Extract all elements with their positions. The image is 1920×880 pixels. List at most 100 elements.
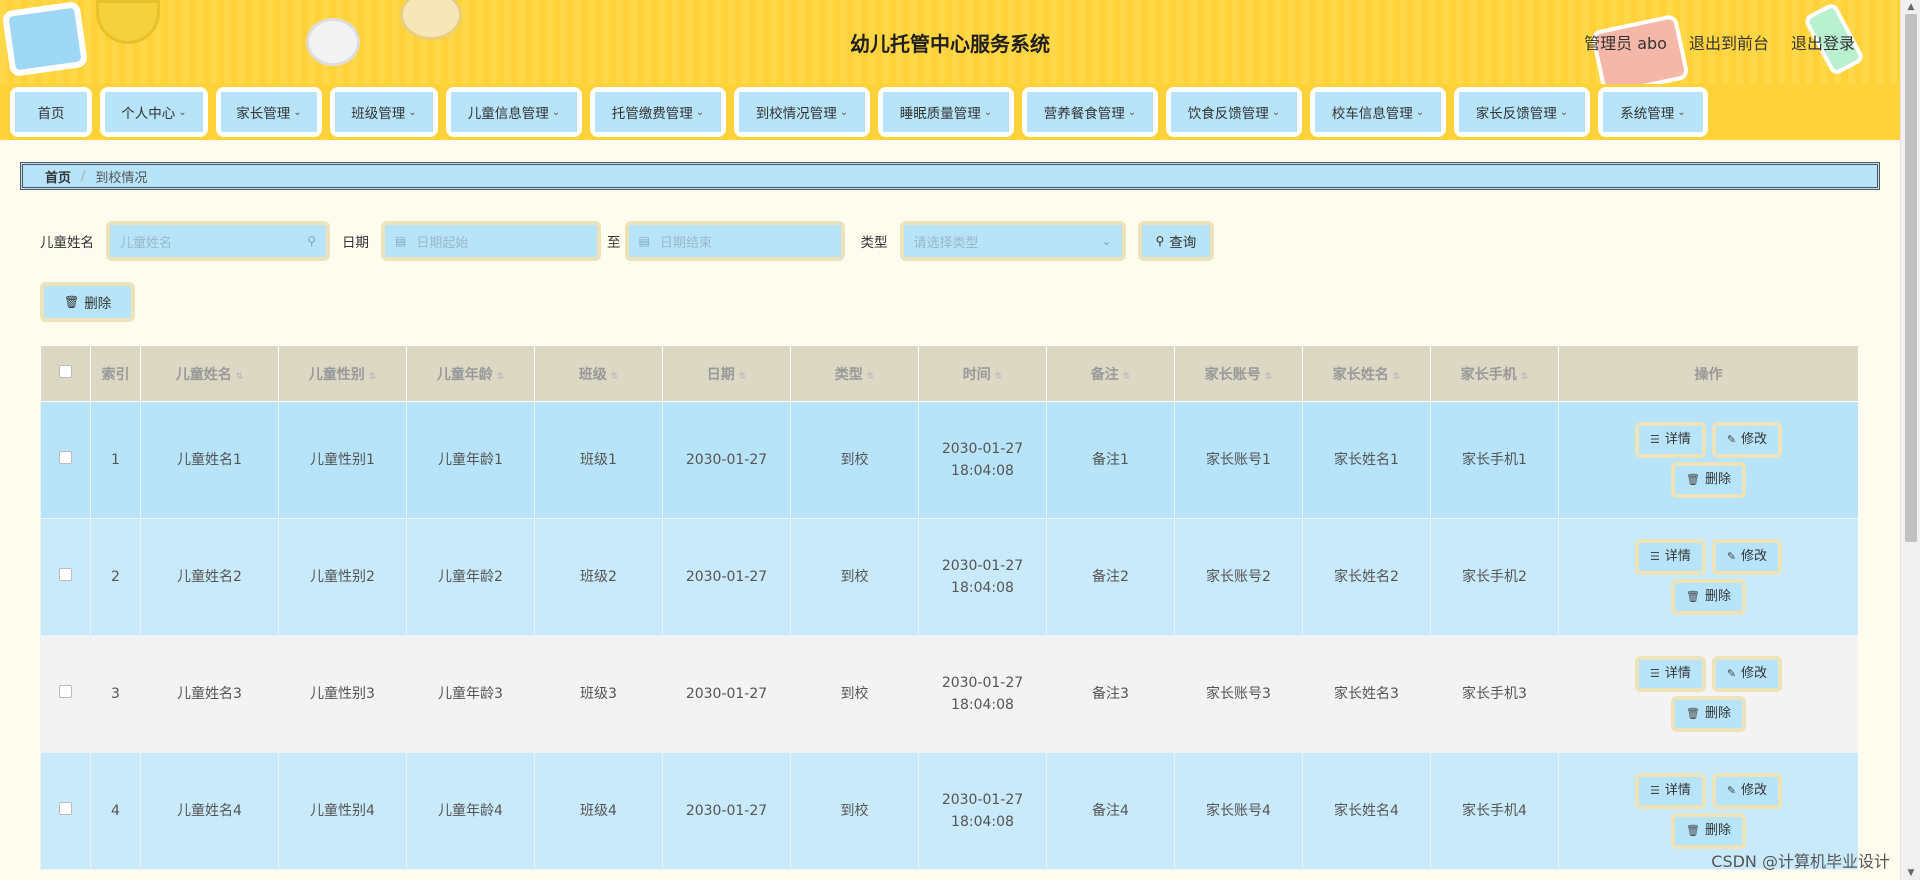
- row-delete-button[interactable]: 🗑 删除: [1671, 696, 1746, 732]
- cell-parent-phone: 家长手机2: [1430, 518, 1559, 636]
- sort-icon[interactable]: ⇅: [867, 372, 875, 382]
- cell-class: 班级1: [534, 401, 663, 519]
- row-checkbox[interactable]: [59, 684, 72, 698]
- row-checkbox[interactable]: [59, 801, 72, 815]
- nav-item[interactable]: 营养餐食管理 ⌄: [1022, 87, 1158, 137]
- child-name-input[interactable]: 儿童姓名 ⚲: [110, 225, 326, 257]
- column-header[interactable]: 时间 ⇅: [918, 345, 1047, 402]
- column-header[interactable]: 班级 ⇅: [534, 345, 663, 402]
- nav-item[interactable]: 家长管理 ⌄: [216, 87, 322, 137]
- sort-icon[interactable]: ⇅: [1123, 372, 1131, 382]
- row-checkbox[interactable]: [59, 567, 72, 581]
- row-delete-button[interactable]: 🗑 删除: [1671, 462, 1746, 498]
- column-header[interactable]: 儿童性别 ⇅: [278, 345, 407, 402]
- nav-item[interactable]: 个人中心 ⌄: [100, 87, 208, 137]
- sort-icon[interactable]: ⇅: [497, 372, 505, 382]
- nav-item[interactable]: 首页: [10, 87, 92, 137]
- sort-icon[interactable]: ⇅: [611, 372, 619, 382]
- sort-icon[interactable]: ⇅: [236, 372, 244, 382]
- detail-button[interactable]: ☰ 详情: [1634, 773, 1706, 809]
- cell-age: 儿童年龄2: [406, 518, 535, 636]
- nav-item-label: 睡眠质量管理: [899, 106, 981, 122]
- breadcrumb-home[interactable]: 首页: [45, 167, 71, 186]
- date-end-picker[interactable]: ▤ 日期结束: [628, 225, 841, 257]
- sort-icon[interactable]: ⇅: [1393, 372, 1401, 382]
- edit-icon: ✎: [1726, 550, 1737, 564]
- column-header[interactable]: 儿童年龄 ⇅: [406, 345, 535, 402]
- nav-item[interactable]: 饮食反馈管理 ⌄: [1166, 87, 1302, 137]
- select-all-checkbox[interactable]: [59, 365, 72, 378]
- nav-item[interactable]: 儿童信息管理 ⌄: [446, 87, 582, 137]
- column-header[interactable]: 家长账号 ⇅: [1174, 345, 1303, 402]
- nav-item[interactable]: 系统管理 ⌄: [1598, 87, 1708, 137]
- nav-item-label: 儿童信息管理: [467, 106, 549, 122]
- column-header[interactable]: 备注 ⇅: [1046, 345, 1175, 402]
- cell-index: 4: [90, 752, 141, 870]
- nav-item[interactable]: 睡眠质量管理 ⌄: [878, 87, 1014, 137]
- edit-button-label: 修改: [1741, 782, 1768, 798]
- nav-item-inner: 首页: [15, 92, 87, 132]
- edit-button[interactable]: ✎ 修改: [1711, 539, 1783, 575]
- column-header-label: 家长手机: [1460, 366, 1517, 383]
- row-delete-button[interactable]: 🗑 删除: [1671, 813, 1746, 849]
- sort-icon[interactable]: ⇅: [1521, 372, 1529, 382]
- nav-item-inner: 睡眠质量管理 ⌄: [883, 92, 1009, 132]
- cell-date: 2030-01-27: [662, 518, 791, 636]
- detail-button[interactable]: ☰ 详情: [1634, 539, 1706, 575]
- sort-icon[interactable]: ⇅: [995, 372, 1003, 382]
- nav-item-label: 首页: [37, 106, 65, 122]
- row-checkbox[interactable]: [59, 450, 72, 464]
- detail-button[interactable]: ☰ 详情: [1634, 422, 1706, 458]
- cell-note: 备注3: [1046, 635, 1175, 753]
- nav-item[interactable]: 到校情况管理 ⌄: [734, 87, 870, 137]
- document-icon: ☰: [1649, 433, 1660, 447]
- edit-button[interactable]: ✎ 修改: [1711, 422, 1783, 458]
- sort-icon[interactable]: ⇅: [739, 372, 747, 382]
- scroll-up-icon[interactable]: ▲: [1901, 2, 1920, 12]
- cell-parent-account: 家长账号4: [1174, 752, 1303, 870]
- bulk-delete-button[interactable]: 🗑 删除: [40, 282, 136, 322]
- date-start-picker[interactable]: ▤ 日期起始: [385, 225, 597, 257]
- column-header[interactable]: 儿童姓名 ⇅: [140, 345, 279, 402]
- edit-icon: ✎: [1726, 433, 1737, 447]
- cell-time: 2030-01-27 18:04:08: [918, 752, 1047, 870]
- column-header[interactable]: 家长手机 ⇅: [1430, 345, 1559, 402]
- scrollbar-thumb[interactable]: [1905, 14, 1917, 542]
- scroll-down-icon[interactable]: ▼: [1901, 868, 1920, 878]
- column-header[interactable]: 日期 ⇅: [662, 345, 791, 402]
- edit-button[interactable]: ✎ 修改: [1711, 656, 1783, 692]
- row-delete-button-label: 删除: [1704, 471, 1731, 487]
- date-start-frame: ▤ 日期起始: [381, 221, 601, 261]
- row-actions-line: ☰ 详情 ✎ 修改: [1634, 773, 1783, 809]
- nav-item-inner: 营养餐食管理 ⌄: [1027, 92, 1153, 132]
- row-actions: ☰ 详情 ✎ 修改 🗑 删除: [1559, 656, 1858, 732]
- search-button[interactable]: ⚲ 查询: [1137, 221, 1215, 261]
- nav-item[interactable]: 托管缴费管理 ⌄: [590, 87, 726, 137]
- cell-name: 儿童姓名3: [140, 635, 279, 753]
- main-nav: 首页 个人中心 ⌄ 家长管理 ⌄ 班级管理 ⌄ 儿童信息管理 ⌄ 托管缴费管理 ⌄ 到校情况管理 ⌄ 睡眠…: [0, 84, 1900, 140]
- logout-link[interactable]: 退出登录: [1791, 30, 1855, 54]
- row-delete-button[interactable]: 🗑 删除: [1671, 579, 1746, 615]
- nav-item[interactable]: 校车信息管理 ⌄: [1310, 87, 1446, 137]
- row-actions: ☰ 详情 ✎ 修改 🗑 删除: [1559, 773, 1858, 849]
- column-header[interactable]: 类型 ⇅: [790, 345, 919, 402]
- back-to-front-link[interactable]: 退出到前台: [1689, 30, 1769, 54]
- nav-item-label: 到校情况管理: [755, 106, 837, 122]
- cell-parent-account: 家长账号2: [1174, 518, 1303, 636]
- date-start-placeholder: 日期起始: [416, 235, 469, 251]
- column-header-label: 班级: [578, 366, 607, 383]
- sort-icon[interactable]: ⇅: [369, 372, 377, 382]
- sort-icon[interactable]: ⇅: [1265, 372, 1273, 382]
- column-header[interactable]: 家长姓名 ⇅: [1302, 345, 1431, 402]
- cell-age: 儿童年龄3: [406, 635, 535, 753]
- edit-button[interactable]: ✎ 修改: [1711, 773, 1783, 809]
- edit-button-inner: ✎ 修改: [1715, 426, 1779, 454]
- nav-items: 首页 个人中心 ⌄ 家长管理 ⌄ 班级管理 ⌄ 儿童信息管理 ⌄ 托管缴费管理 ⌄ 到校情况管理 ⌄ 睡眠…: [10, 87, 1708, 137]
- table-row: 2 儿童姓名2 儿童性别2 儿童年龄2 班级2 2030-01-27 到校 2030-01-2…: [40, 518, 1858, 636]
- type-select[interactable]: 请选择类型 ⌄: [903, 225, 1122, 257]
- detail-button-label: 详情: [1664, 431, 1691, 447]
- vertical-scrollbar[interactable]: ▲ ▼: [1900, 0, 1920, 880]
- nav-item[interactable]: 家长反馈管理 ⌄: [1454, 87, 1590, 137]
- nav-item[interactable]: 班级管理 ⌄: [330, 87, 438, 137]
- detail-button[interactable]: ☰ 详情: [1634, 656, 1706, 692]
